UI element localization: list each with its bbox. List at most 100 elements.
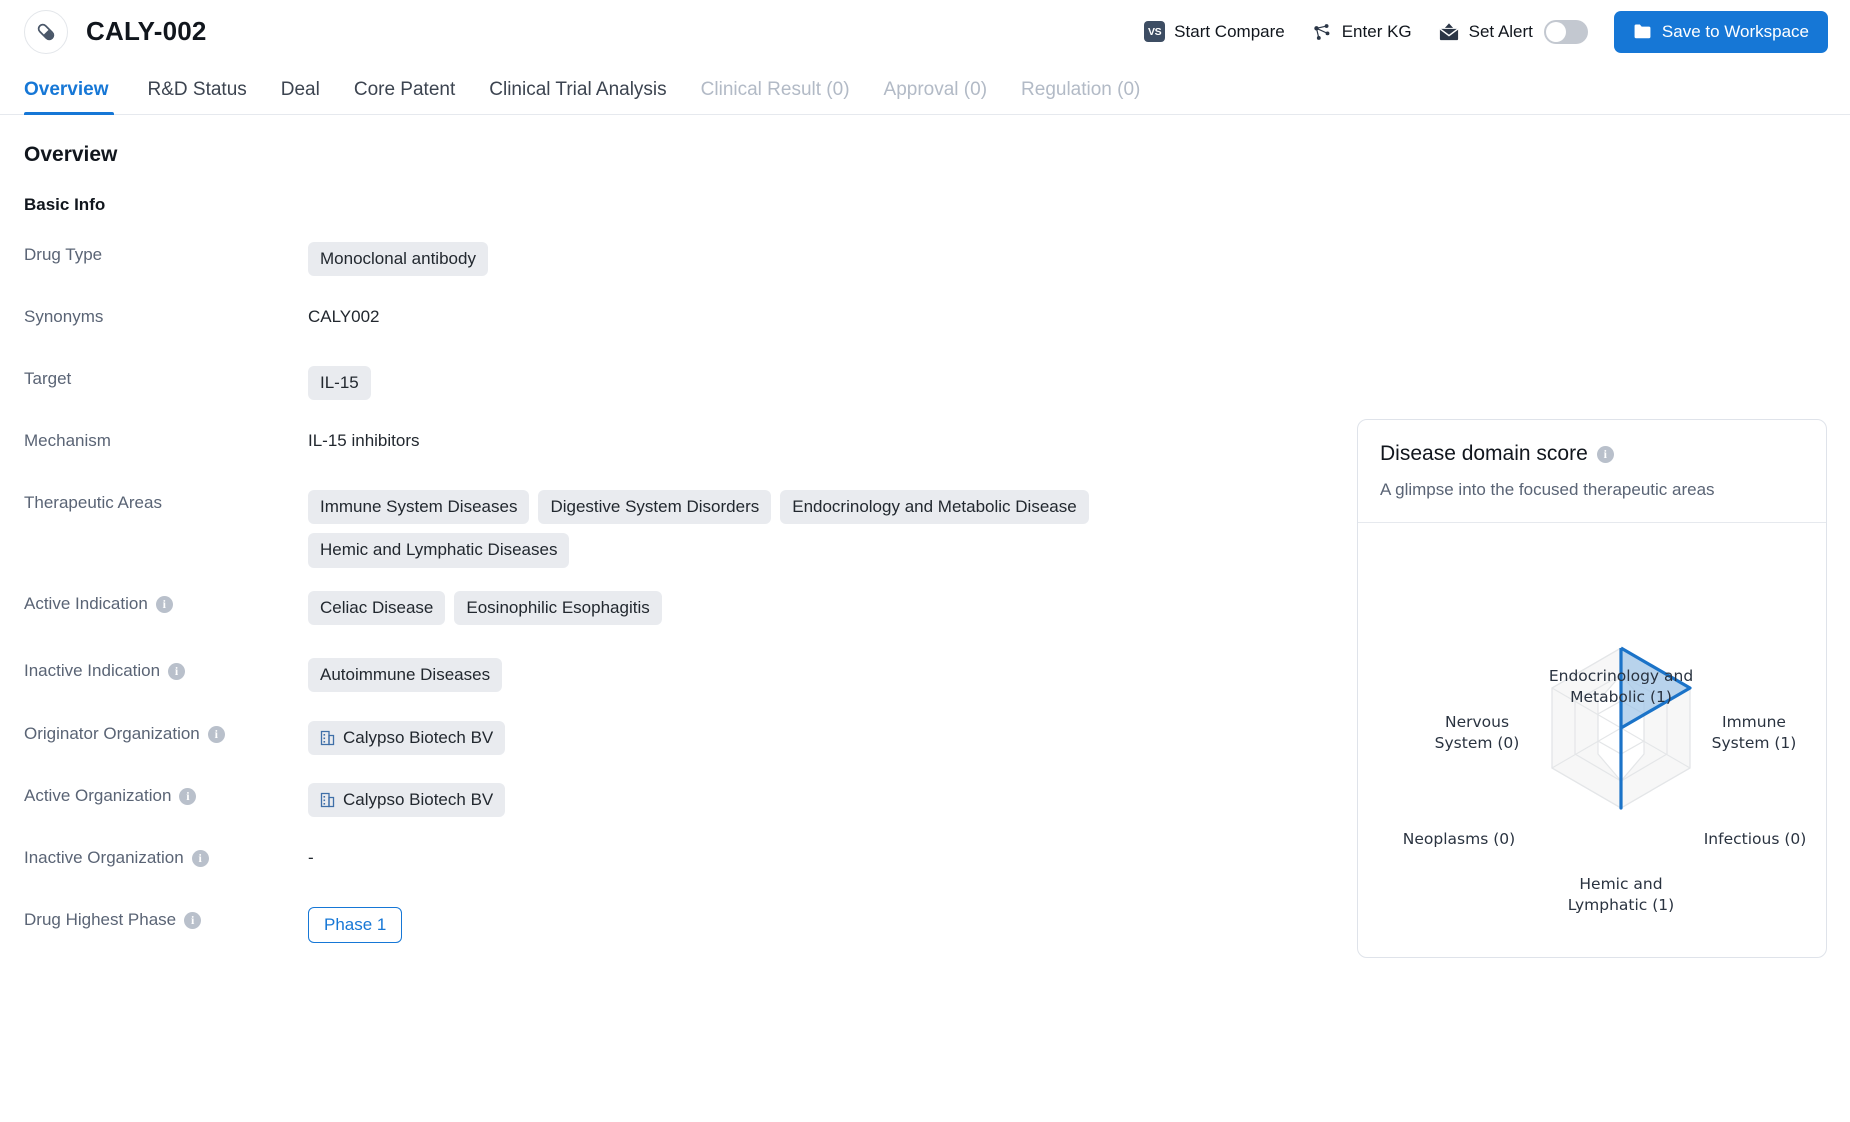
field-label-text: Originator Organization bbox=[24, 724, 200, 743]
field-label: Drug Type bbox=[24, 238, 308, 265]
radar-tick-nervous: Nervous System (0) bbox=[1434, 713, 1520, 752]
overview-page: Overview Basic Info Drug Type Monoclonal… bbox=[0, 143, 1850, 965]
disease-domain-score-card: Disease domain score i A glimpse into th… bbox=[1357, 419, 1827, 958]
field-label: Synonyms bbox=[24, 300, 308, 327]
field-value: IL-15 bbox=[308, 362, 1144, 401]
field-value: Calypso Biotech BV bbox=[308, 717, 1144, 756]
disease-domain-score-title: Disease domain score i bbox=[1380, 442, 1804, 466]
field-row-synonyms: Synonyms CALY002 bbox=[24, 300, 1144, 362]
enter-kg-button[interactable]: Enter KG bbox=[1311, 21, 1412, 43]
chip-therapeutic-area[interactable]: Digestive System Disorders bbox=[538, 490, 772, 525]
tab-bar: Overview R&D Status Deal Core Patent Cli… bbox=[0, 63, 1850, 115]
chip-therapeutic-area[interactable]: Hemic and Lymphatic Diseases bbox=[308, 533, 570, 568]
chip-target[interactable]: IL-15 bbox=[308, 366, 371, 401]
field-row-active-indication: Active Indication i Celiac Disease Eosin… bbox=[24, 587, 1144, 654]
field-row-therapeutic-areas: Therapeutic Areas Immune System Diseases… bbox=[24, 486, 1144, 587]
chip-therapeutic-area[interactable]: Immune System Diseases bbox=[308, 490, 530, 525]
field-row-inactive-organization: Inactive Organization i - bbox=[24, 841, 1144, 903]
field-label-text: Drug Type bbox=[24, 245, 103, 264]
field-label-text: Target bbox=[24, 369, 72, 388]
chip-active-indication[interactable]: Eosinophilic Esophagitis bbox=[454, 591, 662, 626]
page-title: CALY-002 bbox=[86, 16, 207, 46]
field-row-drug-type: Drug Type Monoclonal antibody bbox=[24, 238, 1144, 300]
field-label: Inactive Indication i bbox=[24, 654, 308, 681]
radar-chart: Endocrinology and Metabolic (1) Immune S… bbox=[1380, 523, 1806, 963]
chip-inactive-indication[interactable]: Autoimmune Diseases bbox=[308, 658, 503, 693]
vs-icon: VS bbox=[1144, 21, 1166, 42]
tab-deal[interactable]: Deal bbox=[264, 79, 337, 114]
info-icon[interactable]: i bbox=[1596, 445, 1614, 463]
alert-mail-icon bbox=[1439, 22, 1459, 40]
info-icon[interactable]: i bbox=[191, 849, 209, 867]
chip-drug-type[interactable]: Monoclonal antibody bbox=[308, 242, 488, 277]
radar-tick-immune: Immune System (1) bbox=[1711, 713, 1797, 752]
field-label: Target bbox=[24, 362, 308, 389]
set-alert-control[interactable]: Set Alert bbox=[1438, 19, 1588, 44]
value-inactive-organization: - bbox=[308, 848, 314, 867]
building-icon bbox=[320, 731, 335, 746]
field-value: CALY002 bbox=[308, 300, 1144, 327]
field-value: Monoclonal antibody bbox=[308, 238, 1144, 277]
value-synonyms: CALY002 bbox=[308, 307, 380, 326]
field-value: Phase 1 bbox=[308, 903, 1144, 944]
toggle-knob bbox=[1545, 21, 1566, 42]
field-value: Immune System Diseases Digestive System … bbox=[308, 486, 1108, 568]
radar-tick-infectious: Infectious (0) bbox=[1703, 830, 1807, 848]
field-row-drug-highest-phase: Drug Highest Phase i Phase 1 bbox=[24, 903, 1144, 965]
info-icon[interactable]: i bbox=[155, 595, 173, 613]
field-value: IL-15 inhibitors bbox=[308, 424, 1144, 451]
field-label-text: Active Organization bbox=[24, 786, 172, 805]
field-label-text: Drug Highest Phase bbox=[24, 910, 177, 929]
field-label-text: Mechanism bbox=[24, 431, 111, 450]
organization-name: Calypso Biotech BV bbox=[343, 728, 494, 747]
tab-overview[interactable]: Overview bbox=[24, 79, 126, 115]
info-icon[interactable]: i bbox=[184, 911, 202, 929]
chip-therapeutic-area[interactable]: Endocrinology and Metabolic Disease bbox=[780, 490, 1089, 525]
tab-approval[interactable]: Approval (0) bbox=[867, 79, 1005, 114]
radar-tick-neoplasms: Neoplasms (0) bbox=[1402, 830, 1516, 848]
field-row-inactive-indication: Inactive Indication i Autoimmune Disease… bbox=[24, 654, 1144, 717]
field-label: Active Organization i bbox=[24, 779, 308, 806]
field-value: - bbox=[308, 841, 1144, 868]
field-label: Mechanism bbox=[24, 424, 308, 451]
organization-name: Calypso Biotech BV bbox=[343, 790, 494, 809]
card-title-text: Disease domain score bbox=[1380, 442, 1588, 465]
field-label-text: Therapeutic Areas bbox=[24, 493, 162, 512]
info-icon[interactable]: i bbox=[179, 787, 197, 805]
tab-rd-status[interactable]: R&D Status bbox=[131, 79, 264, 114]
app-header: CALY-002 VS Start Compare Enter KG Set A… bbox=[0, 0, 1850, 63]
field-label: Originator Organization i bbox=[24, 717, 308, 744]
field-row-originator-organization: Originator Organization i Calypso Biotec… bbox=[24, 717, 1144, 779]
overview-heading: Overview bbox=[24, 143, 118, 166]
enter-kg-label: Enter KG bbox=[1341, 21, 1412, 41]
field-label: Drug Highest Phase i bbox=[24, 903, 308, 930]
value-mechanism: IL-15 inhibitors bbox=[308, 431, 420, 450]
tab-regulation[interactable]: Regulation (0) bbox=[1004, 79, 1157, 114]
tab-core-patent[interactable]: Core Patent bbox=[337, 79, 472, 114]
field-row-mechanism: Mechanism IL-15 inhibitors bbox=[24, 424, 1144, 486]
chip-active-organization[interactable]: Calypso Biotech BV bbox=[308, 783, 506, 818]
field-label-text: Inactive Organization bbox=[24, 848, 184, 867]
status-badge-drug-phase[interactable]: Phase 1 bbox=[308, 907, 403, 944]
set-alert-toggle[interactable] bbox=[1543, 19, 1588, 44]
tab-clinical-trial-analysis[interactable]: Clinical Trial Analysis bbox=[472, 79, 683, 114]
field-row-active-organization: Active Organization i Calypso Biotech BV bbox=[24, 779, 1144, 841]
field-label: Active Indication i bbox=[24, 587, 308, 614]
radar-tick-endocrinology: Endocrinology and Metabolic (1) bbox=[1548, 667, 1694, 706]
field-value: Autoimmune Diseases bbox=[308, 654, 1144, 693]
field-value: Calypso Biotech BV bbox=[308, 779, 1144, 818]
info-icon[interactable]: i bbox=[207, 725, 225, 743]
capsule-icon bbox=[37, 23, 55, 40]
set-alert-label: Set Alert bbox=[1468, 21, 1533, 41]
info-icon[interactable]: i bbox=[168, 662, 186, 680]
save-to-workspace-button[interactable]: Save to Workspace bbox=[1613, 10, 1828, 53]
basic-info-fields: Drug Type Monoclonal antibody Synonyms C… bbox=[24, 238, 1144, 965]
tab-clinical-result[interactable]: Clinical Result (0) bbox=[684, 79, 867, 114]
start-compare-button[interactable]: VS Start Compare bbox=[1144, 21, 1285, 42]
field-row-target: Target IL-15 bbox=[24, 362, 1144, 424]
chip-originator-organization[interactable]: Calypso Biotech BV bbox=[308, 721, 506, 756]
field-label: Inactive Organization i bbox=[24, 841, 308, 868]
radar-tick-hemic: Hemic and Lymphatic (1) bbox=[1567, 875, 1675, 914]
building-icon bbox=[320, 793, 335, 808]
chip-active-indication[interactable]: Celiac Disease bbox=[308, 591, 446, 626]
